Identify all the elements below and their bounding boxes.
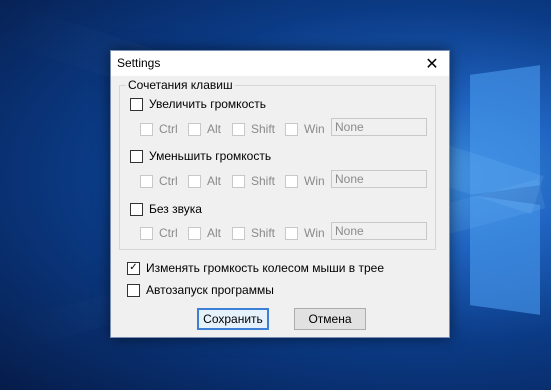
ctrl-label: Ctrl	[159, 122, 178, 136]
win-label: Win	[304, 122, 325, 136]
shift-label: Shift	[251, 174, 276, 188]
shift-label: Shift	[251, 226, 276, 240]
alt-checkbox[interactable]: Alt	[188, 174, 221, 188]
shift-checkbox[interactable]: Shift	[232, 174, 275, 188]
increase-volume-key-field[interactable]: None	[331, 118, 427, 136]
cancel-button[interactable]: Отмена	[294, 308, 366, 330]
ctrl-label: Ctrl	[159, 226, 178, 240]
alt-label: Alt	[207, 122, 222, 136]
decrease-volume-label: Уменьшить громкость	[149, 149, 272, 163]
mute-checkbox[interactable]: Без звука	[130, 202, 202, 216]
shift-checkbox[interactable]: Shift	[232, 122, 275, 136]
increase-volume-label: Увеличить громкость	[149, 97, 266, 111]
dialog-title: Settings	[117, 56, 161, 70]
ctrl-label: Ctrl	[159, 174, 178, 188]
decrease-volume-key-field[interactable]: None	[331, 170, 427, 188]
settings-dialog: Settings ✕ Сочетания клавиш Увеличить гр…	[110, 50, 450, 338]
checkbox-box[interactable]	[127, 283, 140, 297]
autostart-checkbox[interactable]: Автозапуск программы	[127, 283, 274, 297]
checkbox-box[interactable]	[130, 149, 143, 163]
checkbox-box[interactable]	[130, 202, 143, 216]
win-label: Win	[304, 226, 325, 240]
checkbox-box[interactable]	[130, 97, 143, 111]
shift-checkbox[interactable]: Shift	[232, 226, 275, 240]
ctrl-checkbox[interactable]: Ctrl	[140, 122, 178, 136]
mute-label: Без звука	[149, 202, 202, 216]
shift-label: Shift	[251, 122, 276, 136]
alt-label: Alt	[207, 226, 222, 240]
save-button[interactable]: Сохранить	[197, 308, 269, 330]
increase-volume-checkbox[interactable]: Увеличить громкость	[130, 97, 266, 111]
win-checkbox[interactable]: Win	[285, 174, 325, 188]
wheel-volume-label: Изменять громкость колесом мыши в трее	[146, 261, 385, 275]
title-bar: Settings ✕	[111, 51, 449, 76]
autostart-label: Автозапуск программы	[146, 283, 274, 297]
hotkeys-group: Сочетания клавиш Увеличить громкость Ctr…	[119, 78, 436, 250]
close-icon[interactable]: ✕	[415, 51, 449, 76]
win-label: Win	[304, 174, 325, 188]
alt-label: Alt	[207, 174, 222, 188]
decrease-volume-checkbox[interactable]: Уменьшить громкость	[130, 149, 271, 163]
alt-checkbox[interactable]: Alt	[188, 226, 221, 240]
ctrl-checkbox[interactable]: Ctrl	[140, 226, 178, 240]
win-checkbox[interactable]: Win	[285, 226, 325, 240]
alt-checkbox[interactable]: Alt	[188, 122, 221, 136]
checkmark-icon[interactable]: ✓	[127, 261, 140, 275]
wheel-volume-checkbox[interactable]: ✓ Изменять громкость колесом мыши в трее	[127, 261, 384, 275]
group-title: Сочетания клавиш	[126, 78, 235, 92]
mute-key-field[interactable]: None	[331, 222, 427, 240]
ctrl-checkbox[interactable]: Ctrl	[140, 174, 178, 188]
win-checkbox[interactable]: Win	[285, 122, 325, 136]
